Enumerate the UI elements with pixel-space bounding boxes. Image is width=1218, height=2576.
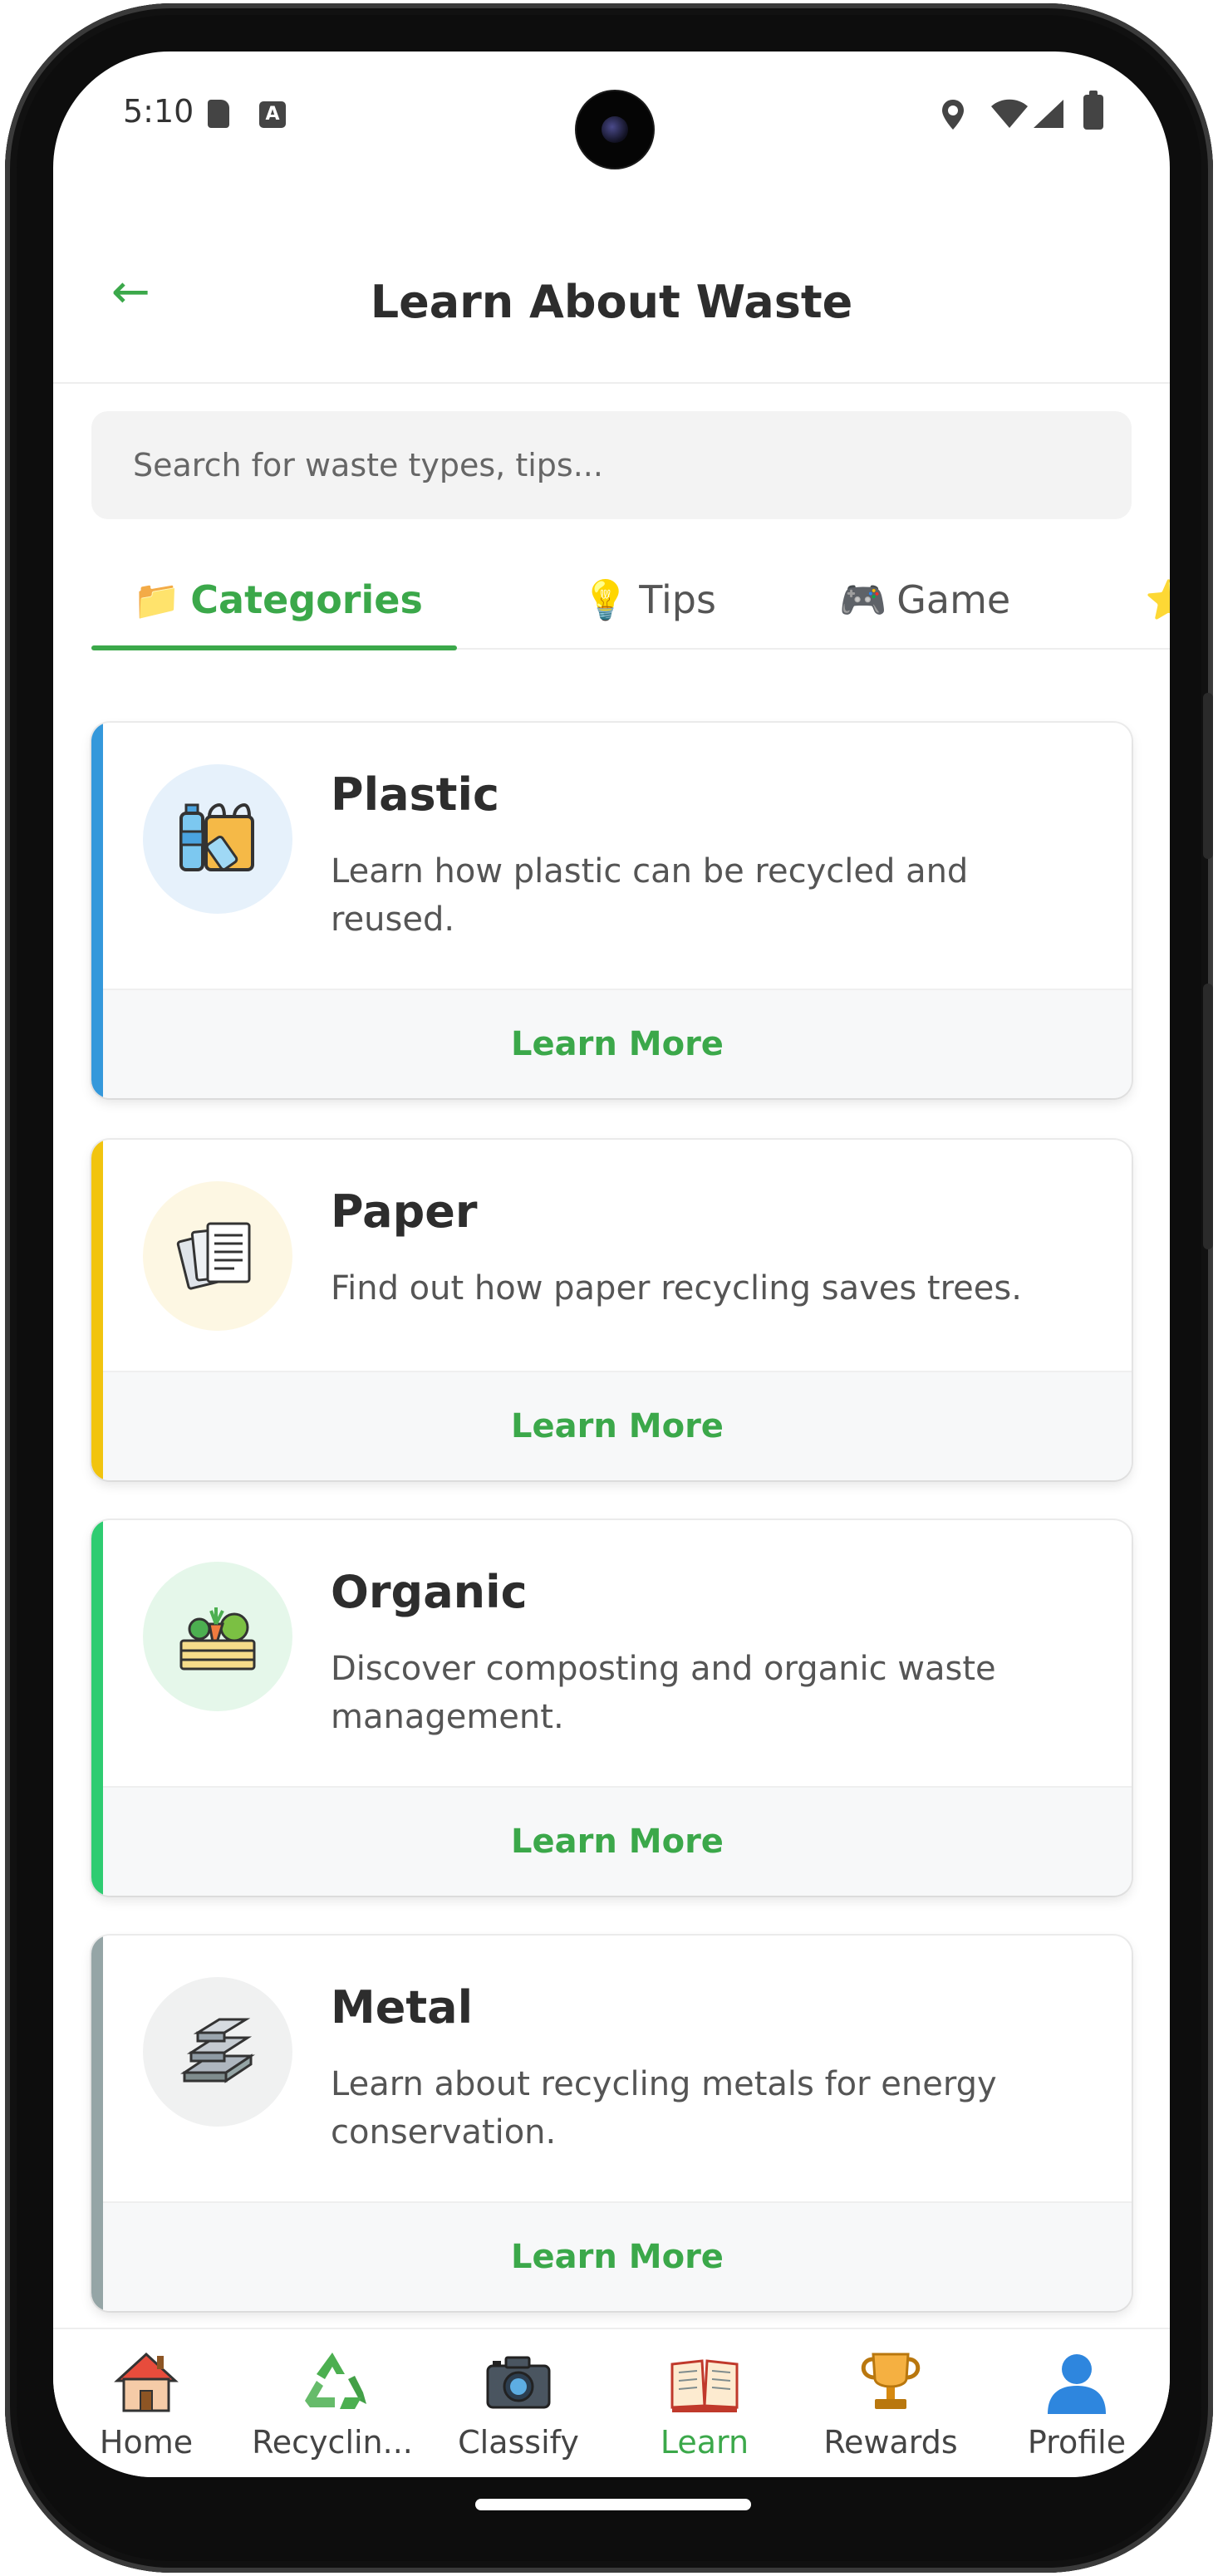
metal-bars-icon — [180, 2018, 255, 2083]
bottom-navigation: Home Recyclin... Classify Learn Rewards … — [53, 2328, 1170, 2477]
learn-more-button[interactable]: Learn More — [511, 1823, 724, 1861]
category-card-plastic: Plastic Learn how plastic can be recycle… — [91, 723, 1132, 1098]
app-header: ← Learn About Waste — [53, 176, 1170, 384]
tab-label: Tips — [639, 577, 716, 622]
tab-label: Game — [896, 577, 1011, 622]
tab-bar: 📁Categories 💡Tips 🎮Game ⭐F — [91, 550, 1170, 650]
card-description: Find out how paper recycling saves trees… — [331, 1269, 1022, 1308]
card-icon-circle — [143, 1562, 292, 1711]
signal-icon — [1034, 100, 1063, 128]
lightbulb-icon: 💡 — [582, 577, 630, 622]
nav-item-learn[interactable]: Learn — [611, 2329, 798, 2477]
card-accent-bar — [91, 1140, 103, 1480]
category-card-metal: Metal Learn about recycling metals for e… — [91, 1936, 1132, 2311]
card-description: Learn about recycling metals for energy … — [331, 2065, 997, 2152]
card-description: Learn how plastic can be recycled and re… — [331, 852, 969, 939]
tab-categories[interactable]: 📁 Categories — [133, 550, 423, 650]
nav-label: Learn — [660, 2424, 749, 2461]
card-accent-bar — [91, 1520, 103, 1896]
status-time: 5:10 — [123, 93, 194, 130]
house-icon — [114, 2352, 179, 2412]
card-icon-circle — [143, 1181, 292, 1331]
trophy-icon — [861, 2353, 921, 2409]
search-input[interactable] — [91, 411, 1132, 519]
card-title: Plastic — [331, 768, 500, 821]
nav-label: Home — [99, 2424, 194, 2461]
card-description: Discover composting and organic waste ma… — [331, 1650, 996, 1736]
wifi-icon — [991, 99, 1028, 128]
card-accent-bar — [91, 1936, 103, 2311]
tab-label: Categories — [190, 577, 423, 622]
battery-icon — [1083, 91, 1103, 130]
volume-button — [1203, 984, 1213, 1249]
card-icon-circle — [143, 1977, 292, 2127]
category-card-paper: Paper Find out how paper recycling saves… — [91, 1140, 1132, 1480]
game-controller-icon: 🎮 — [839, 577, 887, 622]
home-indicator[interactable] — [475, 2499, 751, 2510]
card-footer: Learn More — [103, 2201, 1132, 2311]
camera-icon — [486, 2356, 551, 2409]
nav-item-recycling[interactable]: Recyclin... — [239, 2329, 425, 2477]
sd-card-icon — [208, 100, 229, 128]
card-title: Organic — [331, 1566, 528, 1618]
tab-game[interactable]: 🎮 Game — [839, 550, 1010, 650]
plastic-bottle-bag-icon — [179, 802, 254, 871]
recycle-icon — [305, 2353, 366, 2409]
app-screen: 5:10 A ← Learn About Waste Search for wa… — [53, 52, 1170, 2477]
nav-item-rewards[interactable]: Rewards — [798, 2329, 984, 2477]
learn-more-button[interactable]: Learn More — [511, 1407, 724, 1445]
nav-item-classify[interactable]: Classify — [425, 2329, 611, 2477]
nav-item-profile[interactable]: Profile — [984, 2329, 1170, 2477]
page-title: Learn About Waste — [370, 276, 853, 328]
front-camera — [577, 91, 653, 168]
power-button — [1203, 693, 1213, 859]
nav-label: Profile — [1027, 2424, 1127, 2461]
folder-icon: 📁 — [133, 577, 181, 622]
nav-label: Rewards — [823, 2424, 958, 2461]
active-tab-indicator — [91, 645, 457, 650]
paper-documents-icon — [176, 1222, 251, 1290]
tab-favorites[interactable]: ⭐F — [1145, 550, 1170, 650]
keyboard-a-icon: A — [259, 101, 286, 128]
learn-more-button[interactable]: Learn More — [511, 2238, 724, 2276]
category-card-organic: Organic Discover composting and organic … — [91, 1520, 1132, 1896]
nav-label: Classify — [458, 2424, 579, 2461]
tab-tips[interactable]: 💡 Tips — [582, 550, 716, 650]
phone-frame: 5:10 A ← Learn About Waste Search for wa… — [5, 3, 1213, 2573]
learn-more-button[interactable]: Learn More — [511, 1025, 724, 1063]
card-title: Paper — [331, 1185, 478, 1238]
nav-item-home[interactable]: Home — [53, 2329, 239, 2477]
location-icon — [942, 100, 964, 130]
card-footer: Learn More — [103, 1371, 1132, 1480]
open-book-icon — [670, 2359, 739, 2412]
card-footer: Learn More — [103, 989, 1132, 1098]
card-accent-bar — [91, 723, 103, 1098]
nav-label: Recyclin... — [252, 2424, 413, 2461]
person-icon — [1048, 2354, 1106, 2414]
vegetable-crate-icon — [179, 1607, 256, 1671]
star-icon: ⭐ — [1145, 577, 1170, 622]
card-title: Metal — [331, 1981, 474, 2034]
card-icon-circle — [143, 764, 292, 914]
search-box — [91, 411, 1132, 519]
card-footer: Learn More — [103, 1786, 1132, 1896]
